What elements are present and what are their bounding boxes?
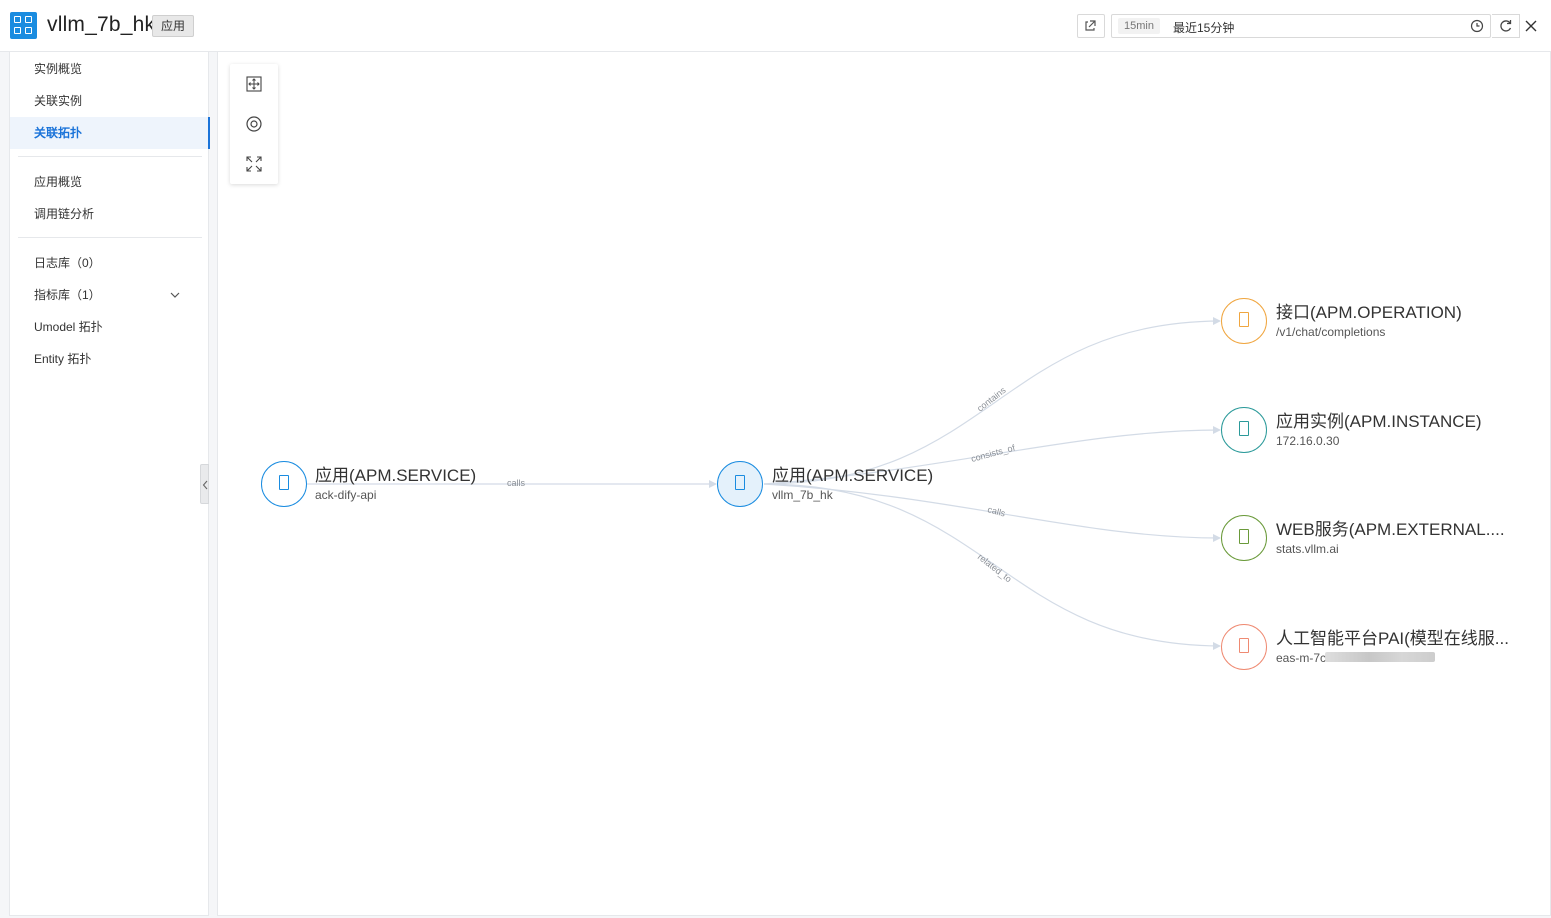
close-icon [1525, 20, 1537, 32]
time-preset-tag: 15min [1118, 18, 1160, 34]
move-icon[interactable] [244, 74, 264, 94]
device-icon [1239, 312, 1249, 327]
node-subtitle: stats.vllm.ai [1276, 542, 1339, 556]
sidebar-item-instance-overview[interactable]: 实例概览 [10, 53, 210, 85]
chevron-left-icon [202, 480, 208, 490]
device-icon [1239, 638, 1249, 653]
time-range-text: 最近15分钟 [1173, 21, 1235, 35]
sidebar-nav: 实例概览 关联实例 关联拓扑 应用概览 调用链分析 日志库（0） 指标库（1） … [9, 51, 210, 916]
node-subtitle: eas-m-7c [1276, 651, 1327, 665]
device-icon [1239, 421, 1249, 436]
node-subtitle: 172.16.0.30 [1276, 434, 1340, 448]
redaction-blur [1325, 652, 1435, 662]
node-subtitle: /v1/chat/completions [1276, 325, 1386, 339]
sidebar-item-related-topology[interactable]: 关联拓扑 [10, 117, 210, 149]
page-header: vllm_7b_hk 应用 15min 最近15分钟 [0, 0, 1551, 52]
sidebar-collapse-handle[interactable] [200, 464, 209, 504]
node-title: 应用实例(APM.INSTANCE) [1276, 412, 1482, 431]
sidebar-item-logstore[interactable]: 日志库（0） [10, 247, 210, 279]
time-range-picker[interactable]: 15min 最近15分钟 [1111, 14, 1491, 38]
device-icon [279, 475, 289, 490]
sidebar-item-app-overview[interactable]: 应用概览 [10, 166, 210, 198]
sidebar-divider [18, 237, 202, 238]
chevron-down-icon[interactable] [168, 288, 182, 302]
node-service-vllm[interactable] [717, 461, 763, 507]
external-link-icon [1085, 20, 1096, 31]
node-title: 应用(APM.SERVICE) [772, 466, 934, 485]
node-subtitle: ack-dify-api [315, 488, 377, 502]
node-title: 接口(APM.OPERATION) [1276, 303, 1462, 322]
device-icon [735, 475, 745, 490]
node-subtitle: vllm_7b_hk [772, 488, 833, 502]
canvas-toolbar [230, 64, 278, 184]
sidebar-item-entity-topology[interactable]: Entity 拓扑 [10, 343, 210, 375]
sidebar-divider [18, 156, 202, 157]
sidebar-item-trace-analysis[interactable]: 调用链分析 [10, 198, 210, 230]
sidebar-item-label: 指标库（1） [34, 288, 101, 302]
refresh-icon [1500, 20, 1512, 32]
app-grid-icon [10, 12, 37, 39]
sidebar-item-metricstore[interactable]: 指标库（1） [10, 279, 210, 311]
device-icon [1239, 529, 1249, 544]
app-type-badge: 应用 [152, 15, 195, 37]
node-title: 应用(APM.SERVICE) [315, 466, 477, 485]
fullscreen-icon[interactable] [244, 154, 264, 174]
clock-icon[interactable] [1470, 19, 1484, 33]
locate-icon[interactable] [244, 114, 264, 134]
node-operation[interactable] [1221, 298, 1267, 344]
node-title: WEB服务(APM.EXTERNAL.... [1276, 520, 1505, 539]
node-external-web[interactable] [1221, 515, 1267, 561]
app-title: vllm_7b_hk [47, 13, 156, 36]
sidebar-item-umodel-topology[interactable]: Umodel 拓扑 [10, 311, 210, 343]
node-service-ack-dify-api[interactable] [261, 461, 307, 507]
node-title: 人工智能平台PAI(模型在线服... [1276, 629, 1509, 648]
close-button[interactable] [1523, 17, 1539, 35]
open-external-button[interactable] [1077, 14, 1105, 38]
node-pai-eas[interactable] [1221, 624, 1267, 670]
sidebar-item-related-instances[interactable]: 关联实例 [10, 85, 210, 117]
node-instance[interactable] [1221, 407, 1267, 453]
refresh-button[interactable] [1492, 14, 1520, 38]
